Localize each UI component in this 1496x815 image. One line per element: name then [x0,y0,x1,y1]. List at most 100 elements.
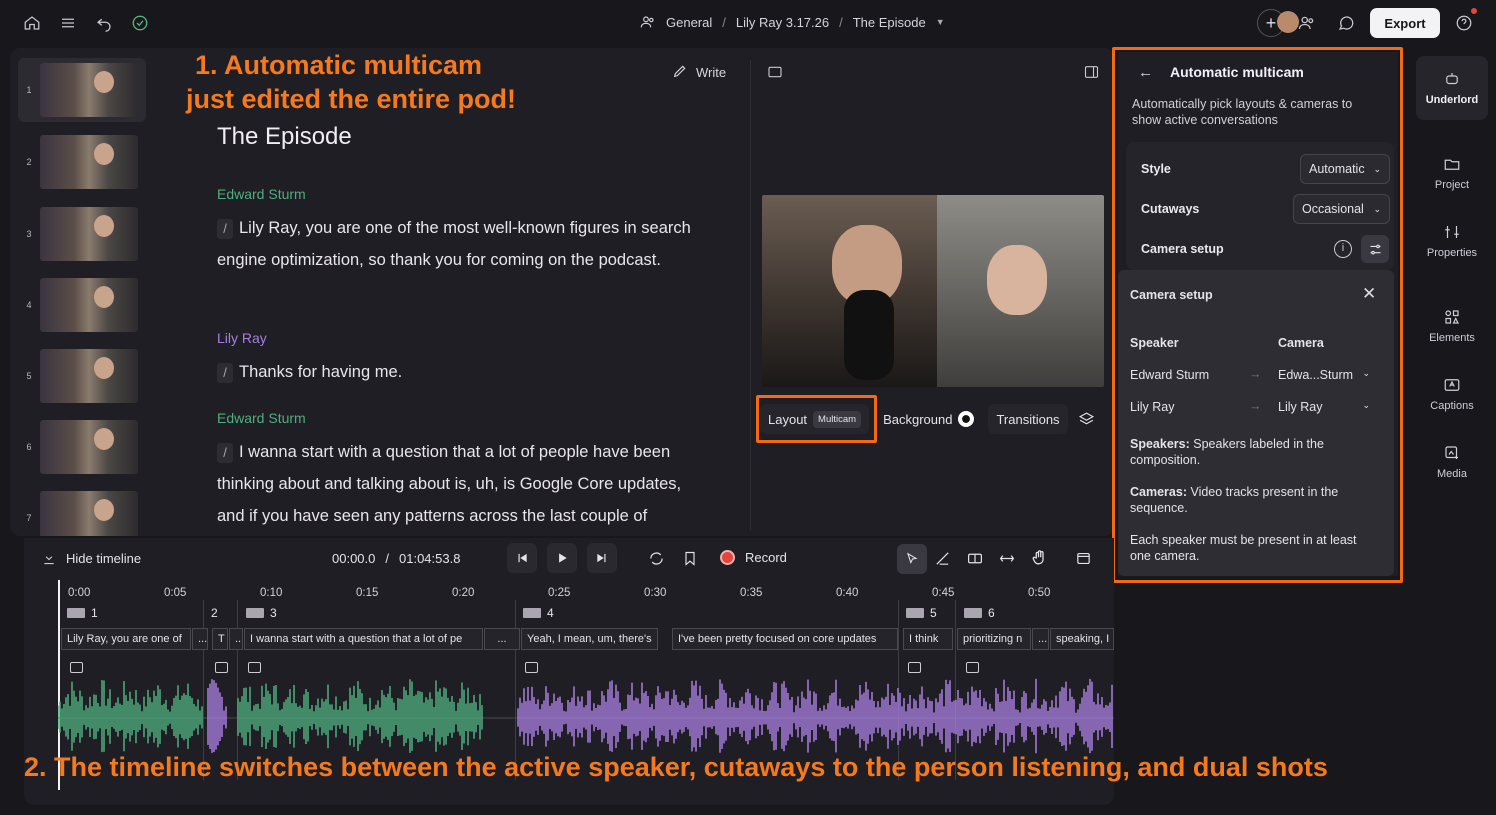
sliders-icon[interactable] [1361,235,1389,263]
scene-clip[interactable]: 1 [67,606,98,620]
paragraph-handle[interactable]: / [217,442,233,463]
paragraph-handle[interactable]: / [217,218,233,239]
loop-icon[interactable] [648,550,665,572]
rail-item-project[interactable]: Project [1416,155,1488,191]
speaker-label[interactable]: Edward Sturm [217,410,306,426]
caption-block[interactable]: speaking, I [1050,628,1114,650]
scene-number: 1 [26,85,32,95]
scene-clip-thumb-icon [964,608,982,618]
paragraph-handle[interactable]: / [217,362,233,383]
transcript-paragraph[interactable]: / Lily Ray, you are one of the most well-… [217,212,697,276]
scene-clip[interactable]: 3 [246,606,277,620]
stretch-icon[interactable] [998,550,1016,572]
scene-clip[interactable]: 5 [906,606,937,620]
background-label: Background [883,411,953,427]
caption-block[interactable]: ... [484,628,520,650]
panel-divider[interactable] [750,60,751,530]
arrow-right-icon: → [1249,399,1262,413]
speaker-label[interactable]: Edward Sturm [217,186,306,202]
select-tool[interactable] [897,544,927,574]
caption-block[interactable]: I wanna start with a question that a lot… [244,628,483,650]
layout-button[interactable]: Layout Multicam [760,404,870,434]
comment-icon[interactable] [1335,12,1357,34]
current-time[interactable]: 00:00.0 [332,551,375,566]
breadcrumb-item-workspace[interactable]: General [666,15,712,30]
hand-icon[interactable] [1031,549,1049,572]
skip-forward-icon [597,553,606,563]
back-arrow-icon[interactable]: ← [1138,64,1153,81]
caption-block[interactable]: ... [1032,628,1049,650]
scene-thumbnail[interactable]: 5 [18,344,146,408]
chevron-down-icon: ⌄ [1362,400,1370,410]
rail-item-underlord[interactable]: Underlord [1416,70,1488,106]
hide-timeline-button[interactable]: Hide timeline [42,551,141,566]
cameras-help: Cameras: Video tracks present in the seq… [1130,484,1380,516]
skip-back-button[interactable] [507,543,537,573]
scene-thumbnail[interactable]: 7 [18,486,146,536]
caption-block[interactable]: T [212,628,228,650]
camera-select[interactable]: Edwa...Sturm ⌄ [1278,368,1370,382]
cutaways-select[interactable]: Occasional ⌄ [1293,194,1390,224]
background-button[interactable]: Background [875,404,982,434]
caption-block[interactable]: .. [229,628,243,650]
info-icon[interactable]: i [1334,240,1352,258]
caption-block[interactable]: I think [903,628,953,650]
speakers-help: Speakers: Speakers labeled in the compos… [1130,436,1380,468]
speaker-label[interactable]: Lily Ray [217,330,267,346]
undo-icon[interactable] [93,12,115,34]
caption-block[interactable]: Yeah, I mean, um, there's [521,628,658,650]
caption-block[interactable]: Lily Ray, you are one of [61,628,191,650]
help-icon[interactable] [1453,12,1475,34]
transcript-text[interactable]: Lily Ray, you are one of the most well-k… [217,219,691,269]
scene-clip[interactable]: 2 [211,606,218,620]
rail-label: Project [1434,179,1470,191]
scene-number: 4 [26,300,32,310]
timeline-layout-icon[interactable] [1075,550,1092,572]
transitions-button[interactable]: Transitions [988,404,1068,434]
home-icon[interactable] [21,12,43,34]
transcript-text[interactable]: Thanks for having me. [239,363,402,381]
chevron-down-icon[interactable]: ▼ [936,17,945,27]
close-icon[interactable]: ✕ [1362,284,1376,304]
camera-setup-label: Camera setup [1141,242,1224,256]
breadcrumb-item-project[interactable]: Lily Ray 3.17.26 [736,15,829,30]
skip-forward-button[interactable] [587,543,617,573]
transcript-paragraph[interactable]: / Thanks for having me. [217,356,697,388]
scene-thumbnail[interactable]: 3 [18,202,146,266]
rail-item-captions[interactable]: Captions [1416,376,1488,412]
razor-icon[interactable] [934,550,951,572]
breadcrumb-item-composition[interactable]: The Episode [853,15,926,30]
record-button[interactable]: Record [720,550,787,565]
camera-column-header: Camera [1278,336,1324,350]
scene-clip[interactable]: 6 [964,606,995,620]
captions-icon [1444,379,1460,391]
camera-select[interactable]: Lily Ray ⌄ [1278,400,1370,414]
scene-thumbnail[interactable]: 2 [18,130,146,194]
layers-icon[interactable] [1074,404,1099,434]
caption-block[interactable]: I've been pretty focused on core updates [672,628,898,650]
scene-clip[interactable]: 4 [523,606,554,620]
rail-item-elements[interactable]: Elements [1416,308,1488,344]
caption-block[interactable]: ... [192,628,208,650]
rail-item-media[interactable]: Media [1416,444,1488,480]
write-button[interactable]: Write [672,63,726,82]
export-button[interactable]: Export [1370,8,1440,38]
ripple-icon[interactable] [966,550,984,572]
scene-thumbnail[interactable]: 4 [18,273,146,337]
scene-thumbnail[interactable]: 6 [18,415,146,479]
menu-icon[interactable] [57,12,79,34]
video-preview[interactable] [762,195,1104,387]
robot-icon [1446,73,1458,85]
audio-waveform[interactable] [58,660,1114,760]
rail-item-properties[interactable]: Properties [1416,223,1488,259]
style-select[interactable]: Automatic ⌄ [1300,154,1390,184]
bookmark-icon[interactable] [682,550,698,572]
panel-toggle-icon[interactable] [1083,64,1100,85]
transcript-text[interactable]: I wanna start with a question that a lot… [217,443,681,525]
transcript-paragraph[interactable]: / I wanna start with a question that a lo… [217,436,687,532]
share-people-icon[interactable] [1296,12,1318,34]
aspect-ratio-icon[interactable] [766,64,784,85]
scene-thumbnail[interactable]: 1 [18,58,146,122]
play-button[interactable] [547,543,577,573]
caption-block[interactable]: prioritizing n [957,628,1031,650]
